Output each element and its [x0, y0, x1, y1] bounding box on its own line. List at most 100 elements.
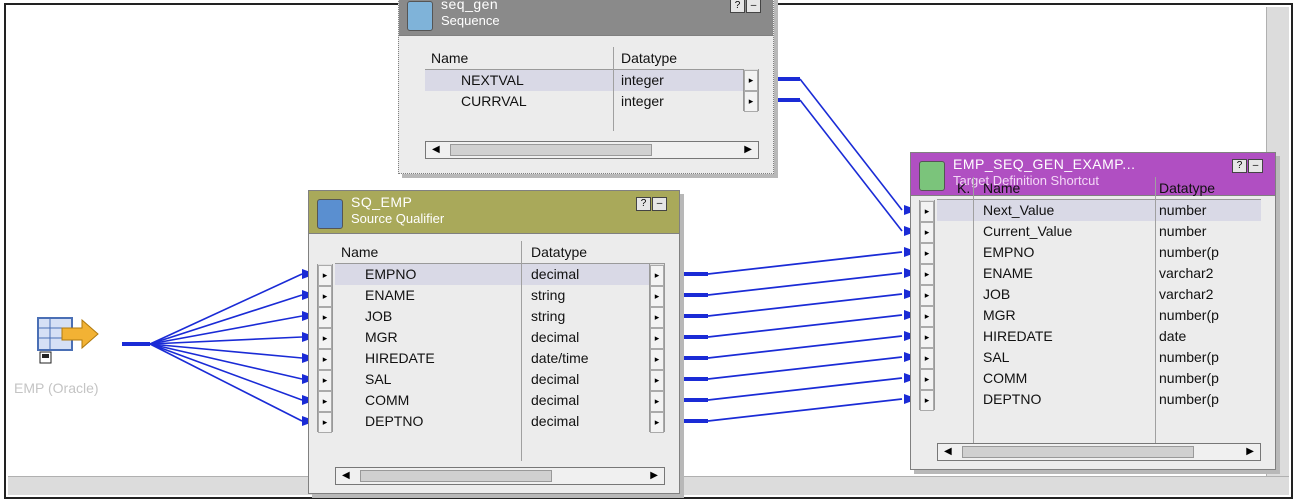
seq-gen-minimize-button[interactable]: –	[746, 0, 761, 13]
input-port[interactable]: ▸	[318, 391, 332, 412]
scroll-left-icon[interactable]: ◀	[432, 144, 440, 155]
qualifier-to-target-link[interactable]	[707, 377, 903, 401]
table-row[interactable]: EMPNO decimal	[335, 264, 665, 285]
seq-gen-header[interactable]: seq_gen Sequence ? –	[399, 0, 773, 36]
scroll-right-icon[interactable]: ▶	[744, 144, 752, 155]
target-help-button[interactable]: ?	[1232, 159, 1247, 173]
table-row[interactable]: CURRVAL integer	[425, 91, 759, 112]
scroll-left-icon[interactable]: ◀	[342, 470, 350, 481]
source-qualifier-header[interactable]: SQ_EMP Source Qualifier ? –	[309, 191, 679, 234]
table-row[interactable]: EMPNO number(p	[937, 242, 1261, 263]
input-port[interactable]: ▸	[318, 412, 332, 433]
table-row[interactable]: MGR decimal	[335, 327, 665, 348]
output-port[interactable]: ▸	[744, 70, 758, 91]
port-name: Current_Value	[983, 223, 1073, 239]
port-datatype: number	[1159, 202, 1207, 218]
seq-gen-horizontal-scrollbar[interactable]: ◀ ▶	[425, 141, 759, 159]
input-port[interactable]: ▸	[318, 265, 332, 286]
output-port[interactable]: ▸	[650, 349, 664, 370]
table-row[interactable]: MGR number(p	[937, 305, 1261, 326]
table-row[interactable]: HIREDATE date/time	[335, 348, 665, 369]
scroll-thumb[interactable]	[360, 470, 552, 482]
input-port[interactable]: ▸	[920, 327, 934, 348]
output-port[interactable]: ▸	[744, 91, 758, 112]
input-port[interactable]: ▸	[920, 306, 934, 327]
qualifier-to-target-link[interactable]	[707, 356, 903, 380]
target-horizontal-scrollbar[interactable]: ◀ ▶	[937, 443, 1261, 461]
port-name: COMM	[365, 392, 410, 408]
table-row[interactable]: COMM decimal	[335, 390, 665, 411]
port-datatype: date	[1159, 328, 1187, 344]
port-name: HIREDATE	[365, 350, 435, 366]
output-port[interactable]: ▸	[650, 265, 664, 286]
port-datatype: decimal	[531, 329, 580, 345]
port-datatype: decimal	[531, 413, 580, 429]
table-row[interactable]: HIREDATE date	[937, 326, 1261, 347]
seq-gen-help-button[interactable]: ?	[730, 0, 745, 13]
table-row[interactable]: NEXTVAL integer	[425, 70, 759, 91]
input-port[interactable]: ▸	[920, 222, 934, 243]
input-port[interactable]: ▸	[920, 243, 934, 264]
table-row[interactable]: ENAME varchar2	[937, 263, 1261, 284]
input-port[interactable]: ▸	[318, 328, 332, 349]
scroll-right-icon[interactable]: ▶	[650, 470, 658, 481]
source-to-qualifier-link[interactable]	[149, 343, 303, 380]
port-name: ENAME	[983, 265, 1033, 281]
table-row[interactable]: Next_Value number	[937, 200, 1261, 221]
scroll-left-icon[interactable]: ◀	[944, 446, 952, 457]
target-name: EMP_SEQ_GEN_EXAMP...	[953, 156, 1136, 172]
input-port[interactable]: ▸	[318, 349, 332, 370]
table-row[interactable]: SAL decimal	[335, 369, 665, 390]
input-port[interactable]: ▸	[318, 370, 332, 391]
table-row[interactable]: DEPTNO number(p	[937, 389, 1261, 410]
input-port[interactable]: ▸	[920, 390, 934, 411]
source-qualifier-horizontal-scrollbar[interactable]: ◀ ▶	[335, 467, 665, 485]
source-to-qualifier-link[interactable]	[149, 273, 303, 345]
output-port[interactable]: ▸	[650, 412, 664, 433]
output-port[interactable]: ▸	[650, 307, 664, 328]
qualifier-to-target-link[interactable]	[707, 251, 903, 275]
table-row[interactable]: ENAME string	[335, 285, 665, 306]
input-port[interactable]: ▸	[318, 286, 332, 307]
target-definition[interactable]: EMP_SEQ_GEN_EXAMP... Target Definition S…	[910, 152, 1276, 470]
qualifier-to-target-link[interactable]	[707, 314, 903, 338]
output-port[interactable]: ▸	[650, 370, 664, 391]
input-port[interactable]: ▸	[318, 307, 332, 328]
port-name: HIREDATE	[983, 328, 1053, 344]
port-name: MGR	[983, 307, 1016, 323]
sequence-to-target-link[interactable]	[799, 78, 903, 211]
port-name: EMPNO	[365, 266, 417, 282]
output-port[interactable]: ▸	[650, 328, 664, 349]
table-row[interactable]: COMM number(p	[937, 368, 1261, 389]
input-port[interactable]: ▸	[920, 285, 934, 306]
seq-gen-col-datatype: Datatype	[621, 50, 678, 66]
source-qualifier-help-button[interactable]: ?	[636, 197, 651, 211]
output-port[interactable]: ▸	[650, 391, 664, 412]
table-row[interactable]: SAL number(p	[937, 347, 1261, 368]
scroll-thumb[interactable]	[962, 446, 1194, 458]
port-datatype: number(p	[1159, 244, 1219, 260]
table-row[interactable]: Current_Value number	[937, 221, 1261, 242]
input-port[interactable]: ▸	[920, 348, 934, 369]
table-row[interactable]: JOB string	[335, 306, 665, 327]
target-ports-grid: K. Name Datatype Next_Value number Curren…	[937, 177, 1261, 410]
table-row[interactable]: DEPTNO decimal	[335, 411, 665, 432]
output-port[interactable]: ▸	[650, 286, 664, 307]
seq-gen-transformation[interactable]: seq_gen Sequence ? – Name Datatype NEXTV…	[398, 0, 774, 174]
source-to-qualifier-link[interactable]	[149, 343, 303, 401]
target-minimize-button[interactable]: –	[1248, 159, 1263, 173]
input-port[interactable]: ▸	[920, 264, 934, 285]
sequence-to-target-link[interactable]	[799, 99, 903, 232]
source-qualifier-minimize-button[interactable]: –	[652, 197, 667, 211]
input-port[interactable]: ▸	[920, 369, 934, 390]
qualifier-to-target-link[interactable]	[707, 272, 903, 296]
source-qualifier-transformation[interactable]: SQ_EMP Source Qualifier ? – Name Datatyp…	[308, 190, 680, 494]
input-port[interactable]: ▸	[920, 201, 934, 222]
qualifier-to-target-link[interactable]	[707, 335, 903, 359]
scroll-thumb[interactable]	[450, 144, 652, 156]
table-row[interactable]: JOB varchar2	[937, 284, 1261, 305]
qualifier-to-target-link[interactable]	[707, 293, 903, 317]
source-node[interactable]: EMP (Oracle)	[14, 312, 138, 402]
qualifier-to-target-link[interactable]	[707, 398, 903, 422]
scroll-right-icon[interactable]: ▶	[1246, 446, 1254, 457]
